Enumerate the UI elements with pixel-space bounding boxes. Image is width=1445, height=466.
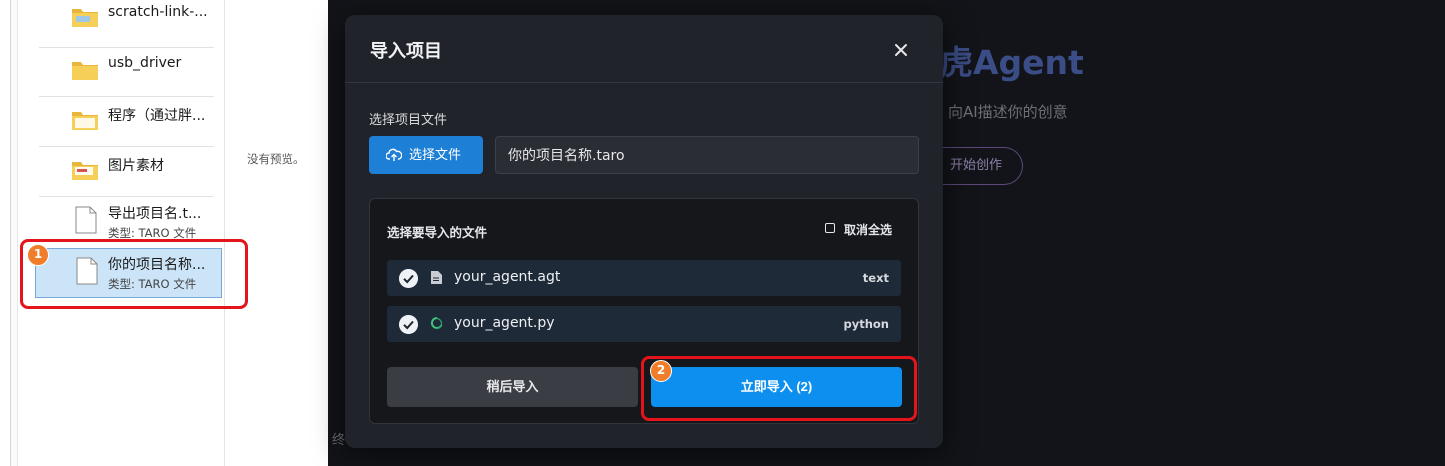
modal-title: 导入项目 — [370, 41, 442, 62]
app-subtitle: 向AI描述你的创意 — [948, 103, 1068, 121]
file-row-agt[interactable]: your_agent.agt text — [387, 260, 901, 296]
modal-header: 导入项目 — [345, 15, 943, 83]
close-icon[interactable] — [890, 39, 912, 61]
highlight-box-step-1 — [20, 239, 248, 309]
folder-icon — [72, 162, 98, 180]
filename-field[interactable] — [495, 136, 919, 174]
file-item-folder[interactable]: 图片素材 — [39, 148, 214, 197]
panel-divider — [224, 0, 225, 466]
check-circle-icon[interactable] — [399, 269, 418, 288]
bottom-text-fragment: 终 — [332, 433, 346, 448]
no-preview-text: 没有预览。 — [247, 152, 305, 166]
document-icon — [431, 271, 442, 284]
file-name: usb_driver — [108, 55, 182, 71]
file-selection-title: 选择要导入的文件 — [387, 225, 488, 240]
import-later-button[interactable]: 稍后导入 — [387, 367, 638, 407]
file-item-folder[interactable]: 程序（通过胖... — [39, 98, 214, 147]
file-name: your_agent.agt — [454, 269, 561, 285]
select-file-label: 选择项目文件 — [369, 113, 448, 128]
step-badge-1: 1 — [27, 244, 49, 266]
file-type-tag: python — [843, 317, 889, 331]
checkbox-icon — [825, 223, 835, 233]
choose-file-label: 选择文件 — [409, 147, 462, 162]
document-icon — [75, 206, 97, 234]
folder-icon — [72, 9, 98, 27]
deselect-all-label: 取消全选 — [844, 223, 893, 237]
python-icon — [430, 316, 443, 330]
check-circle-icon[interactable] — [399, 315, 418, 334]
folder-icon — [72, 62, 98, 80]
step-badge-2: 2 — [650, 360, 672, 382]
file-name: 图片素材 — [108, 158, 164, 174]
file-picker-panel: scratch-link-... usb_driver 程序（通过胖... 图片… — [0, 0, 330, 466]
file-name: scratch-link-... — [108, 4, 208, 20]
highlight-box-step-2 — [641, 356, 917, 421]
file-type-tag: text — [862, 271, 889, 285]
app-title: 虎Agent — [940, 43, 1084, 82]
file-name: 程序（通过胖... — [108, 108, 206, 124]
file-item-folder[interactable]: scratch-link-... — [39, 0, 214, 48]
start-create-button[interactable]: 开始创作 — [936, 147, 1023, 185]
file-item-folder[interactable]: usb_driver — [39, 48, 214, 97]
cloud-upload-icon — [386, 148, 402, 161]
file-row-py[interactable]: your_agent.py python — [387, 306, 901, 342]
choose-file-button[interactable]: 选择文件 — [369, 136, 483, 174]
file-name: 导出项目名.t... — [108, 206, 202, 222]
navigation-pane-edge — [10, 0, 18, 466]
folder-icon — [72, 112, 98, 130]
file-name: your_agent.py — [454, 315, 555, 331]
